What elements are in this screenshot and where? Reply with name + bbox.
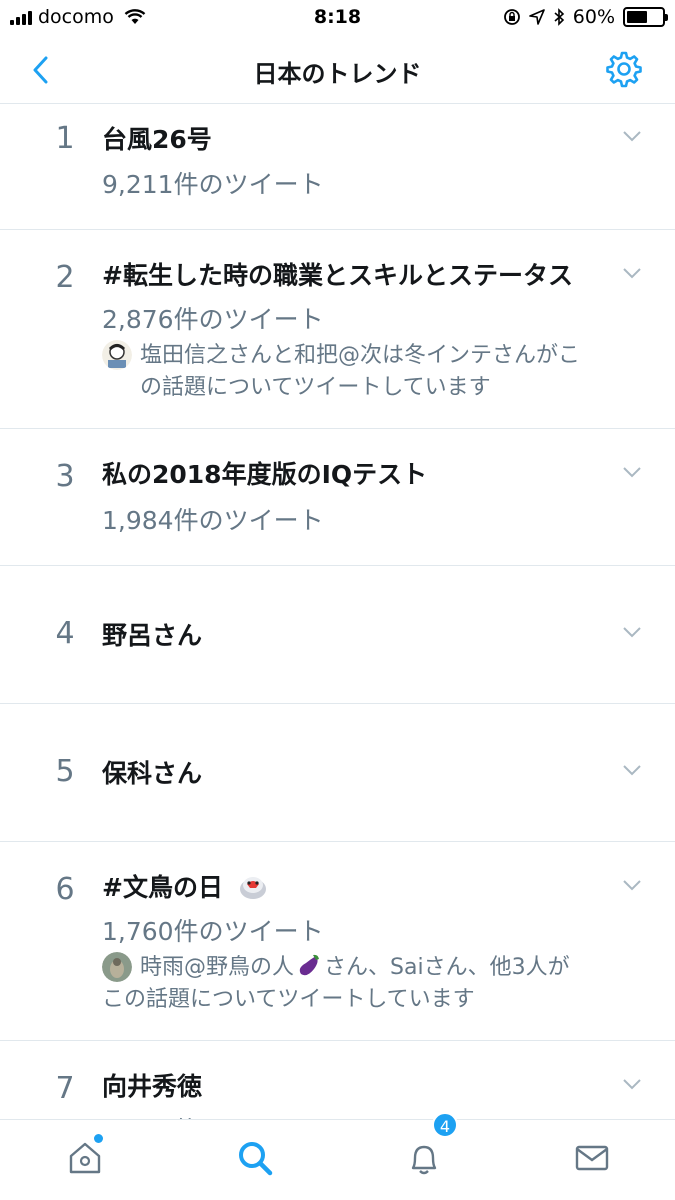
context-text: さん、Saiさん、他3人が	[324, 955, 570, 980]
trend-item[interactable]: 3 私の2018年度版のIQテスト 1,984件のツイート	[0, 429, 675, 566]
tab-notifications[interactable]	[404, 1138, 444, 1178]
chevron-down-icon[interactable]	[623, 466, 641, 478]
trend-rank: 6	[55, 872, 75, 907]
context-text: 時雨@野鳥の人	[140, 955, 295, 980]
trend-name: #文鳥の日	[102, 873, 223, 902]
settings-button[interactable]	[605, 50, 643, 88]
trend-item[interactable]: 6 #文鳥の日 1,760件のツイート 時雨@野鳥の人 さん、Saiさん、他3人が…	[0, 842, 675, 1041]
trend-item[interactable]: 1 台風26号 9,211件のツイート	[0, 105, 675, 230]
battery-percent: 60%	[572, 6, 615, 28]
trend-name: #転生した時の職業とスキルとステータス	[102, 261, 573, 290]
trend-item[interactable]: 2 #転生した時の職業とスキルとステータス 2,876件のツイート 塩田信之さん…	[0, 230, 675, 429]
battery-level	[627, 11, 648, 23]
tweet-count: 1,984件のツイート	[102, 506, 324, 535]
bluetooth-icon	[554, 8, 564, 26]
battery-icon	[623, 7, 668, 27]
trend-name: 野呂さん	[102, 621, 203, 650]
trend-context: 塩田信之さんと和把@次は冬インテさんがこ の話題についてツイートしています	[102, 340, 632, 404]
trend-rank: 5	[55, 754, 75, 789]
home-new-indicator	[94, 1134, 103, 1143]
trend-item[interactable]: 5 保科さん	[0, 704, 675, 842]
trend-name: 台風26号	[102, 125, 212, 154]
trend-item[interactable]: 4 野呂さん	[0, 566, 675, 704]
avatar	[102, 340, 132, 370]
chevron-down-icon[interactable]	[623, 267, 641, 279]
chevron-down-icon[interactable]	[623, 764, 641, 776]
gear-icon	[606, 51, 642, 88]
tab-messages[interactable]	[572, 1138, 612, 1178]
orientation-lock-icon	[503, 9, 520, 25]
chevron-down-icon[interactable]	[623, 130, 641, 142]
avatar	[102, 952, 132, 982]
context-text: この話題についてツイートしています	[102, 987, 475, 1012]
tab-search[interactable]	[235, 1138, 275, 1178]
trend-rank: 2	[55, 260, 75, 295]
trend-name: 保科さん	[102, 759, 203, 788]
chevron-left-icon	[33, 56, 48, 84]
eggplant-icon	[299, 954, 320, 976]
trend-list: 1 台風26号 9,211件のツイート 2 #転生した時の職業とスキルとステータ…	[0, 105, 675, 1181]
context-text-row: 時雨@野鳥の人 さん、Saiさん、他3人が	[102, 952, 632, 984]
nav-header: 日本のトレンド	[0, 36, 675, 104]
location-icon	[528, 9, 545, 25]
home-icon	[69, 1142, 101, 1174]
trend-name: 私の2018年度版のIQテスト	[102, 460, 428, 489]
back-button[interactable]	[22, 52, 58, 88]
trend-name: 向井秀徳	[102, 1072, 203, 1101]
trend-context: 時雨@野鳥の人 さん、Saiさん、他3人が この話題についてツイートしています	[102, 952, 632, 1016]
tweet-count: 1,760件のツイート	[102, 917, 324, 946]
search-icon	[239, 1142, 273, 1176]
context-text: の話題についてツイートしています	[140, 375, 491, 400]
trend-rank: 1	[55, 121, 75, 156]
chevron-down-icon[interactable]	[623, 626, 641, 638]
trend-rank: 7	[55, 1071, 75, 1106]
bell-icon	[411, 1145, 437, 1175]
tweet-count: 2,876件のツイート	[102, 305, 324, 334]
status-right: 60%	[503, 6, 668, 28]
chevron-down-icon[interactable]	[623, 879, 641, 891]
trend-rank: 3	[55, 459, 75, 494]
status-bar: docomo 8:18 60%	[0, 0, 675, 36]
tweet-count: 9,211件のツイート	[102, 170, 324, 199]
tab-bar: 4	[0, 1112, 675, 1200]
trend-name-row: #文鳥の日	[102, 868, 268, 904]
chevron-down-icon[interactable]	[623, 1078, 641, 1090]
mail-icon	[575, 1145, 609, 1171]
tab-home[interactable]	[65, 1138, 105, 1178]
context-text: 塩田信之さんと和把@次は冬インテさんがこ	[140, 343, 581, 368]
page-title: 日本のトレンド	[253, 60, 422, 88]
notification-badge: 4	[432, 1112, 458, 1138]
java-sparrow-icon	[239, 877, 266, 899]
trend-rank: 4	[55, 616, 75, 651]
